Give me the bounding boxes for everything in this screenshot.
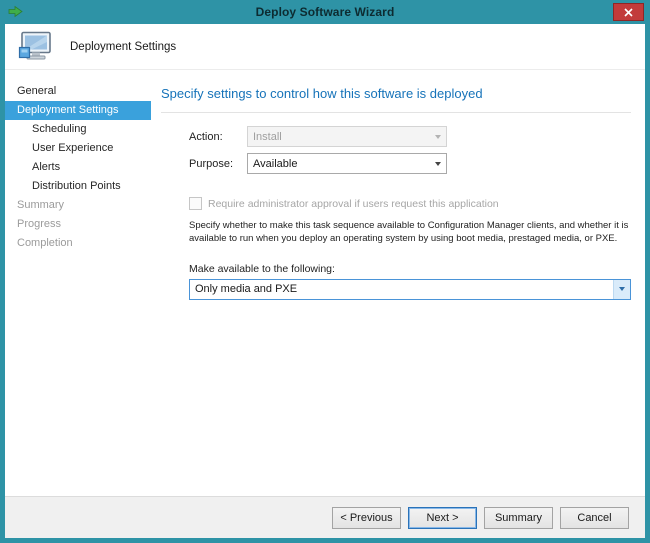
action-value: Install <box>253 131 282 143</box>
action-label: Action: <box>189 131 247 143</box>
approval-checkbox-label: Require administrator approval if users … <box>208 198 499 210</box>
make-available-value: Only media and PXE <box>195 283 297 295</box>
sidebar-item-general[interactable]: General <box>5 82 151 101</box>
sidebar-item-deployment-settings[interactable]: Deployment Settings <box>5 101 151 120</box>
make-available-label: Make available to the following: <box>189 263 631 275</box>
chevron-down-icon <box>429 127 446 146</box>
page-header-title: Deployment Settings <box>70 41 176 53</box>
close-button[interactable] <box>613 3 644 21</box>
approval-checkbox <box>189 197 202 210</box>
make-available-combobox[interactable]: Only media and PXE <box>189 279 631 300</box>
approval-row: Require administrator approval if users … <box>189 197 631 210</box>
wizard-steps-sidebar: General Deployment Settings Scheduling U… <box>5 70 151 496</box>
settings-form: Action: Install Purpose: Available <box>189 113 631 300</box>
sidebar-item-progress: Progress <box>5 215 151 234</box>
action-row: Action: Install <box>189 126 631 147</box>
wizard-content: Specify settings to control how this sof… <box>151 70 645 496</box>
dialog-panel: Deployment Settings General Deployment S… <box>5 24 645 538</box>
wizard-page-header: Deployment Settings <box>5 24 645 69</box>
purpose-value: Available <box>253 158 297 170</box>
sidebar-item-scheduling[interactable]: Scheduling <box>5 120 151 139</box>
chevron-down-icon <box>429 154 446 173</box>
deploy-software-wizard-window: Deploy Software Wizard Deployme <box>0 0 650 543</box>
purpose-combobox[interactable]: Available <box>247 153 447 174</box>
close-icon <box>624 8 633 17</box>
page-title: Specify settings to control how this sof… <box>161 86 631 101</box>
cancel-button[interactable]: Cancel <box>560 507 629 529</box>
purpose-row: Purpose: Available <box>189 153 631 174</box>
title-bar[interactable]: Deploy Software Wizard <box>0 0 650 24</box>
deployment-settings-icon <box>18 31 54 63</box>
wizard-app-icon <box>8 5 23 18</box>
sidebar-item-distribution-points[interactable]: Distribution Points <box>5 177 151 196</box>
sidebar-item-completion: Completion <box>5 234 151 253</box>
description-text: Specify whether to make this task sequen… <box>189 220 631 246</box>
button-bar: < Previous Next > Summary Cancel <box>5 497 645 538</box>
window-title: Deploy Software Wizard <box>256 5 395 19</box>
next-button[interactable]: Next > <box>408 507 477 529</box>
action-combobox: Install <box>247 126 447 147</box>
previous-button[interactable]: < Previous <box>332 507 401 529</box>
sidebar-item-user-experience[interactable]: User Experience <box>5 139 151 158</box>
chevron-down-icon <box>613 280 630 299</box>
wizard-body: General Deployment Settings Scheduling U… <box>5 70 645 496</box>
sidebar-item-alerts[interactable]: Alerts <box>5 158 151 177</box>
purpose-label: Purpose: <box>189 158 247 170</box>
summary-button[interactable]: Summary <box>484 507 553 529</box>
sidebar-item-summary: Summary <box>5 196 151 215</box>
